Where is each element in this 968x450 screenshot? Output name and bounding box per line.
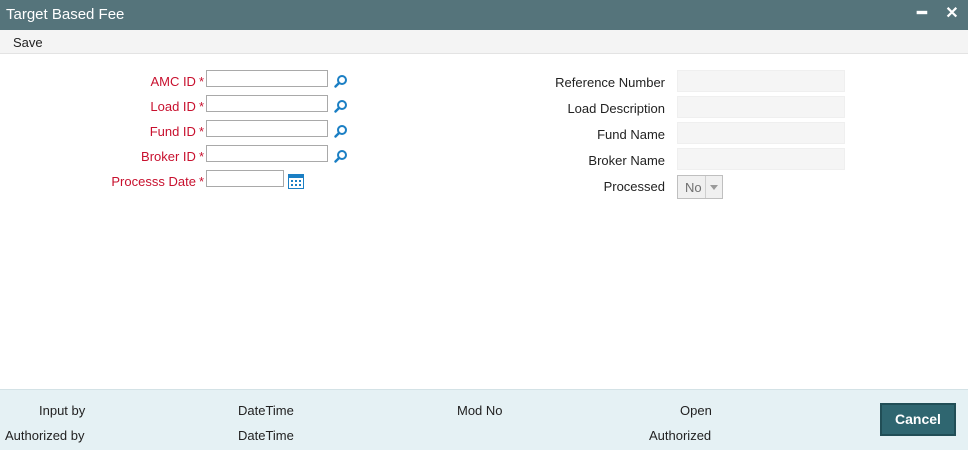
- close-icon[interactable]: ✕: [942, 3, 962, 25]
- input-by-label: Input by: [39, 403, 86, 418]
- broker-id-label: Broker ID *: [141, 149, 204, 164]
- load-description-label: Load Description: [567, 101, 665, 116]
- authorized-status-label: Authorized: [649, 428, 712, 443]
- audit-footer: [0, 389, 968, 450]
- menu-bar: Save: [0, 30, 968, 54]
- magnifier-icon[interactable]: [334, 149, 348, 163]
- processed-select[interactable]: No: [677, 175, 723, 199]
- fund-name-label: Fund Name: [597, 127, 665, 142]
- magnifier-icon[interactable]: [334, 74, 348, 88]
- broker-name-field: [677, 148, 845, 170]
- open-status-label: Open: [680, 403, 712, 418]
- reference-number-field: [677, 70, 845, 92]
- mod-no-label: Mod No: [457, 403, 503, 418]
- load-id-label: Load ID *: [150, 99, 204, 114]
- magnifier-icon[interactable]: [334, 124, 348, 138]
- cancel-button[interactable]: Cancel: [880, 403, 956, 436]
- amc-id-input[interactable]: [206, 70, 328, 87]
- magnifier-icon[interactable]: [334, 99, 348, 113]
- chevron-down-icon[interactable]: [705, 176, 722, 198]
- processed-value: No: [685, 180, 702, 195]
- window-title: Target Based Fee: [6, 6, 125, 23]
- broker-name-label: Broker Name: [588, 153, 665, 168]
- broker-id-input[interactable]: [206, 145, 328, 162]
- amc-id-label: AMC ID *: [150, 74, 204, 89]
- calendar-icon[interactable]: [288, 173, 304, 189]
- fund-name-field: [677, 122, 845, 144]
- save-button[interactable]: Save: [13, 35, 43, 50]
- processed-label: Processed: [603, 179, 665, 194]
- load-description-field: [677, 96, 845, 118]
- load-id-input[interactable]: [206, 95, 328, 112]
- authorized-by-label: Authorized by: [5, 428, 85, 443]
- title-bar: Target Based Fee ━ ✕: [0, 0, 968, 30]
- minimize-icon[interactable]: ━: [912, 3, 932, 25]
- process-date-input[interactable]: [206, 170, 284, 187]
- fund-id-input[interactable]: [206, 120, 328, 137]
- fund-id-label: Fund ID *: [149, 124, 204, 139]
- auth-datetime-label: DateTime: [238, 428, 294, 443]
- input-datetime-label: DateTime: [238, 403, 294, 418]
- process-date-label: Processs Date *: [111, 174, 204, 189]
- reference-number-label: Reference Number: [555, 75, 665, 90]
